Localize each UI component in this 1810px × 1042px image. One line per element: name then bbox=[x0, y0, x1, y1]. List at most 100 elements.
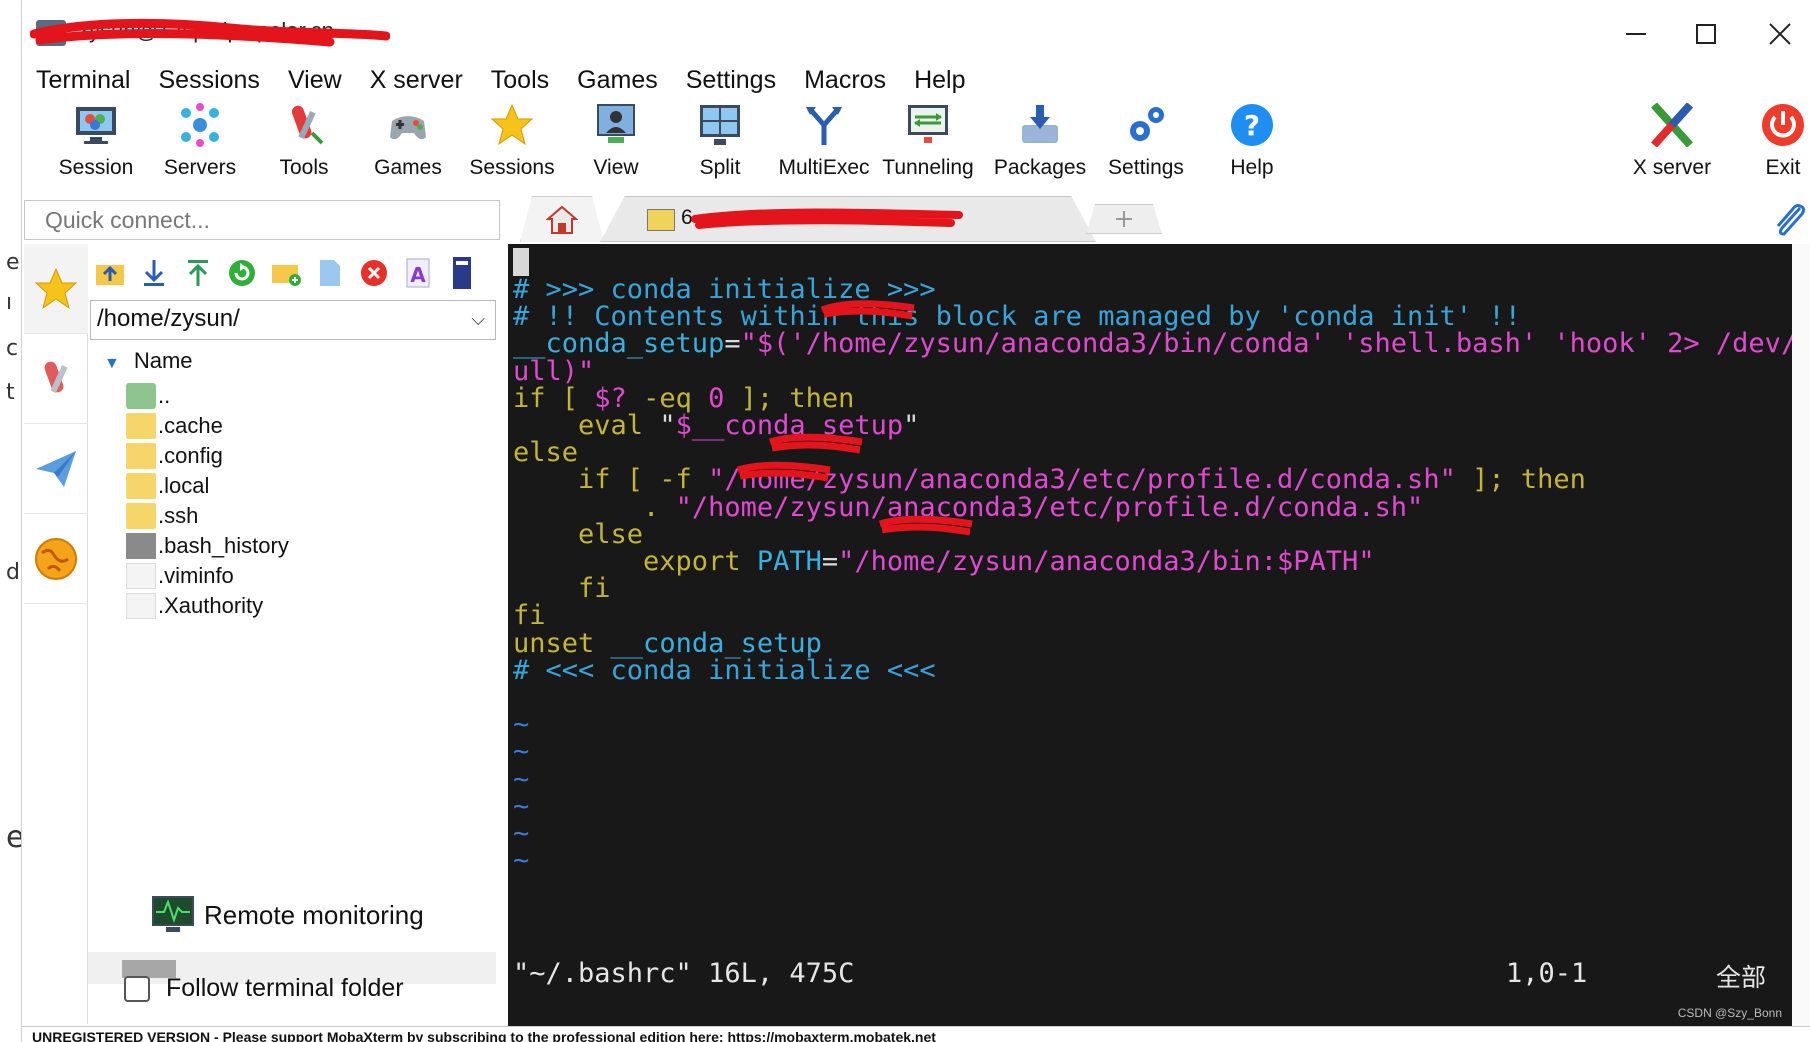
terminal-view[interactable]: # >>> conda initialize >>> # !! Contents … bbox=[508, 244, 1792, 1026]
column-header-name[interactable]: ▼ Name bbox=[104, 348, 193, 374]
terminal-token: "/home/zysun/anaconda3/etc/profile.d/con… bbox=[675, 491, 1424, 523]
checkbox[interactable] bbox=[124, 975, 150, 1002]
sftp-browser-panel: A /home/zysun/ ⌵ ▼ Name .. .cache .config… bbox=[88, 244, 500, 1024]
properties-button[interactable] bbox=[440, 253, 484, 293]
multiexec-icon bbox=[800, 100, 848, 150]
download-icon bbox=[144, 260, 164, 286]
menu-view[interactable]: View bbox=[274, 66, 356, 95]
close-window-button[interactable] bbox=[1752, 14, 1808, 54]
menu-terminal[interactable]: Terminal bbox=[22, 66, 144, 95]
text-file-icon bbox=[126, 563, 156, 589]
menu-tools[interactable]: Tools bbox=[477, 66, 563, 95]
parent-folder-button[interactable] bbox=[88, 253, 132, 293]
sessions-button[interactable]: Sessions bbox=[452, 100, 572, 184]
new-file-button[interactable] bbox=[308, 253, 352, 293]
session-tab-strip: 6 × bbox=[502, 196, 1810, 242]
folder-icon bbox=[126, 413, 156, 439]
refresh-icon bbox=[229, 260, 255, 286]
file-row-cache[interactable]: .cache bbox=[126, 410, 223, 442]
menu-settings[interactable]: Settings bbox=[672, 66, 790, 95]
terminal-token: "$('/home/zysun/anaconda3/bin/conda' 'sh… bbox=[740, 328, 1792, 360]
sftp-path-text: /home/zysun/ bbox=[97, 305, 240, 332]
menu-games[interactable]: Games bbox=[563, 66, 672, 95]
vim-status-file: "~/.bashrc" 16L, 475C bbox=[513, 958, 855, 989]
file-row-viminfo[interactable]: .viminfo bbox=[126, 560, 234, 592]
unregistered-notice: UNREGISTERED VERSION - Please support Mo… bbox=[32, 1029, 936, 1042]
sidebar-tab-sftp[interactable] bbox=[24, 514, 88, 604]
servers-icon bbox=[176, 100, 224, 150]
terminal-token: # <<< conda initialize <<< bbox=[513, 654, 936, 686]
sftp-path-input[interactable]: /home/zysun/ ⌵ bbox=[90, 300, 496, 340]
rename-button[interactable]: A bbox=[396, 253, 440, 293]
file-row-config[interactable]: .config bbox=[126, 440, 223, 472]
watermark: CSDN @Szy_Bonn bbox=[1677, 1006, 1782, 1020]
new-folder-button[interactable] bbox=[264, 253, 308, 293]
chevron-down-icon[interactable]: ⌵ bbox=[471, 309, 485, 330]
tools-icon bbox=[280, 100, 328, 150]
globe-icon bbox=[35, 537, 77, 580]
tools-button[interactable]: Tools bbox=[244, 100, 364, 184]
unregistered-notice-bar: UNREGISTERED VERSION - Please support Mo… bbox=[22, 1026, 1810, 1042]
redaction-scribble bbox=[30, 18, 390, 47]
view-button[interactable]: View bbox=[556, 100, 676, 184]
home-tab[interactable] bbox=[520, 196, 604, 242]
terminal-token: " bbox=[659, 410, 676, 441]
file-row-ssh[interactable]: .ssh bbox=[126, 500, 198, 532]
maximize-button[interactable] bbox=[1678, 14, 1734, 54]
split-button[interactable]: Split bbox=[660, 100, 780, 184]
file-row-parent[interactable]: .. bbox=[126, 380, 170, 412]
follow-terminal-folder-checkbox[interactable]: Follow terminal folder bbox=[124, 974, 404, 1003]
upload-icon bbox=[188, 260, 208, 286]
download-button[interactable] bbox=[132, 253, 176, 293]
help-button[interactable]: ? Help bbox=[1192, 100, 1312, 184]
tunneling-button[interactable]: Tunneling bbox=[868, 100, 988, 184]
sftp-toolbar: A bbox=[88, 250, 484, 296]
background-window-edge: e. ı c t d e bbox=[0, 0, 22, 1042]
file-row-bash-history[interactable]: .bash_history bbox=[126, 530, 289, 562]
split-icon bbox=[696, 100, 744, 150]
terminal-token: PATH bbox=[756, 546, 822, 577]
session-button[interactable]: Session bbox=[36, 100, 156, 184]
terminal-token: "/home/zysun/anaconda3/bin:$PATH" bbox=[838, 546, 1375, 577]
menu-bar: Terminal Sessions View X server Tools Ga… bbox=[22, 62, 1810, 98]
redaction-scribble bbox=[736, 461, 831, 482]
folder-icon bbox=[126, 503, 156, 529]
file-name: .viminfo bbox=[158, 563, 234, 588]
remote-monitoring-button[interactable]: Remote monitoring bbox=[152, 896, 424, 934]
menu-help[interactable]: Help bbox=[900, 66, 979, 95]
packages-button[interactable]: Packages bbox=[980, 100, 1100, 184]
quick-connect-input[interactable]: Quick connect... bbox=[24, 200, 500, 240]
sidebar-tab-sessions[interactable] bbox=[24, 244, 88, 334]
new-tab-button[interactable] bbox=[1086, 204, 1162, 234]
terminal-vertical-scrollbar[interactable] bbox=[1792, 244, 1810, 1026]
menu-macros[interactable]: Macros bbox=[790, 66, 900, 95]
servers-button[interactable]: Servers bbox=[140, 100, 260, 184]
minimize-button[interactable] bbox=[1608, 14, 1664, 54]
multiexec-button[interactable]: MultiExec bbox=[764, 100, 884, 184]
ssh-session-tab[interactable]: 6 × bbox=[600, 196, 1096, 242]
sort-chevron-icon: ▼ bbox=[104, 355, 120, 372]
sidebar-vertical-tabs bbox=[24, 244, 88, 1024]
file-row-local[interactable]: .local bbox=[126, 470, 209, 502]
x-server-button[interactable]: X server bbox=[1612, 100, 1732, 184]
settings-button[interactable]: Settings bbox=[1086, 100, 1206, 184]
redaction-scribble bbox=[691, 208, 963, 229]
paperclip-icon[interactable] bbox=[1770, 200, 1810, 240]
file-name: .bash_history bbox=[158, 533, 289, 558]
rename-icon: A bbox=[406, 258, 430, 288]
games-button[interactable]: Games bbox=[348, 100, 468, 184]
terminal-line: __conda_setup="$('/home/zysun/anaconda3/… bbox=[513, 328, 1792, 359]
x-server-icon bbox=[1648, 100, 1696, 150]
folder-icon bbox=[126, 443, 156, 469]
upload-button[interactable] bbox=[176, 253, 220, 293]
sidebar-tab-tools[interactable] bbox=[24, 334, 88, 424]
delete-button[interactable] bbox=[352, 253, 396, 293]
vim-status-percent: 全部 bbox=[1716, 963, 1767, 992]
sidebar-tab-macros[interactable] bbox=[24, 424, 88, 514]
tunneling-icon bbox=[904, 100, 952, 150]
refresh-button[interactable] bbox=[220, 253, 264, 293]
menu-sessions[interactable]: Sessions bbox=[144, 66, 273, 95]
menu-x-server[interactable]: X server bbox=[356, 66, 477, 95]
file-row-xauthority[interactable]: .Xauthority bbox=[126, 590, 263, 622]
exit-button[interactable]: Exit bbox=[1738, 100, 1810, 184]
